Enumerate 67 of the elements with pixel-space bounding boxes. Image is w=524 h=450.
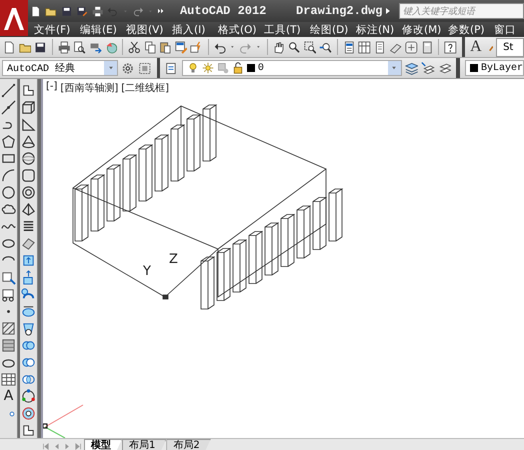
menu-item[interactable]: 文件(F) xyxy=(34,22,71,36)
layer-stack-icon[interactable] xyxy=(404,60,418,76)
menu-item[interactable]: 绘图(D) xyxy=(310,22,347,36)
viewport-control[interactable]: [-] xyxy=(46,81,58,95)
pyramid-icon[interactable] xyxy=(21,202,36,217)
menu-item[interactable]: 修改(M) xyxy=(402,22,439,36)
rectangle-icon[interactable] xyxy=(1,151,16,166)
polygon-icon[interactable] xyxy=(1,134,16,149)
paste-icon[interactable] xyxy=(159,40,172,54)
viewport-control[interactable]: [西南等轴测] xyxy=(60,81,118,95)
layer-dropdown[interactable]: 0 xyxy=(182,60,402,76)
layout-tab[interactable]: 布局2 xyxy=(166,439,211,450)
cylinder-icon[interactable] xyxy=(21,168,36,183)
color-dropdown[interactable]: ByLayer xyxy=(464,60,524,76)
drawing-canvas[interactable]: [-] [西南等轴测] [二维线框] Y Z xyxy=(41,79,524,438)
box-icon[interactable] xyxy=(21,100,36,115)
revision-cloud-icon[interactable] xyxy=(1,202,16,217)
torus-icon[interactable] xyxy=(21,185,36,200)
print-icon[interactable] xyxy=(58,40,70,54)
viewport-control[interactable]: [二维线框] xyxy=(121,81,170,95)
zoom-window-icon[interactable] xyxy=(304,40,316,54)
hatch-icon[interactable] xyxy=(1,321,16,336)
line-icon[interactable] xyxy=(1,83,16,98)
text-style-glyph[interactable]: A xyxy=(470,39,482,55)
app-logo-icon[interactable] xyxy=(0,0,28,36)
workspace-dropdown[interactable]: AutoCAD 经典 xyxy=(2,60,118,76)
menu-item[interactable]: 窗口 xyxy=(494,22,524,36)
scissors-icon[interactable] xyxy=(128,40,141,54)
wedge-icon[interactable] xyxy=(21,117,36,132)
menu-item[interactable]: 插入(I) xyxy=(172,22,209,36)
new-file-icon[interactable] xyxy=(30,4,42,18)
more-arrows-icon[interactable] xyxy=(158,7,164,15)
cone-icon[interactable] xyxy=(21,134,36,149)
layout-tab[interactable]: 模型 xyxy=(84,439,122,450)
axis-label: Y xyxy=(143,264,151,279)
zoom-icon[interactable] xyxy=(288,40,301,54)
hand-icon[interactable] xyxy=(272,40,285,54)
menu-item[interactable]: 编辑(E) xyxy=(80,22,117,36)
text-tool-glyph[interactable]: A xyxy=(4,389,14,403)
help-icon[interactable] xyxy=(444,40,457,54)
text-style-field[interactable]: St xyxy=(496,38,524,56)
sphere-icon[interactable] xyxy=(21,151,36,166)
file-name: Drawing2.dwg xyxy=(296,4,382,18)
app-title: AutoCAD 2012 xyxy=(180,4,266,18)
sun-icon[interactable] xyxy=(202,62,214,74)
print-icon[interactable] xyxy=(92,4,104,18)
expand-arrow-icon[interactable] xyxy=(386,7,392,15)
circle-icon[interactable] xyxy=(1,185,16,200)
menu-item[interactable]: 参数(P) xyxy=(448,22,485,36)
layout-tab[interactable]: 布局1 xyxy=(122,439,166,450)
ucs-axes-icon xyxy=(43,404,84,438)
padlock-icon[interactable] xyxy=(232,62,244,74)
copy-icon[interactable] xyxy=(144,40,156,54)
menu-item[interactable]: 格式(O) xyxy=(218,22,255,36)
preview-icon[interactable] xyxy=(73,40,86,54)
menu-item[interactable]: 视图(V) xyxy=(126,22,163,36)
bulb-icon[interactable] xyxy=(186,62,199,74)
menu-item[interactable]: 工具(T) xyxy=(264,22,301,36)
table-icon[interactable] xyxy=(1,372,16,387)
menu-item[interactable]: 标注(N) xyxy=(356,22,393,36)
search-field[interactable]: 键入关键字或短语 xyxy=(399,3,524,19)
ellipse-icon[interactable] xyxy=(1,236,16,251)
brush-icon[interactable] xyxy=(174,40,188,54)
axis-label: Z xyxy=(169,252,178,267)
arc-icon[interactable] xyxy=(1,168,16,183)
new-file-icon[interactable] xyxy=(3,40,16,54)
gear-icon[interactable] xyxy=(121,60,136,76)
